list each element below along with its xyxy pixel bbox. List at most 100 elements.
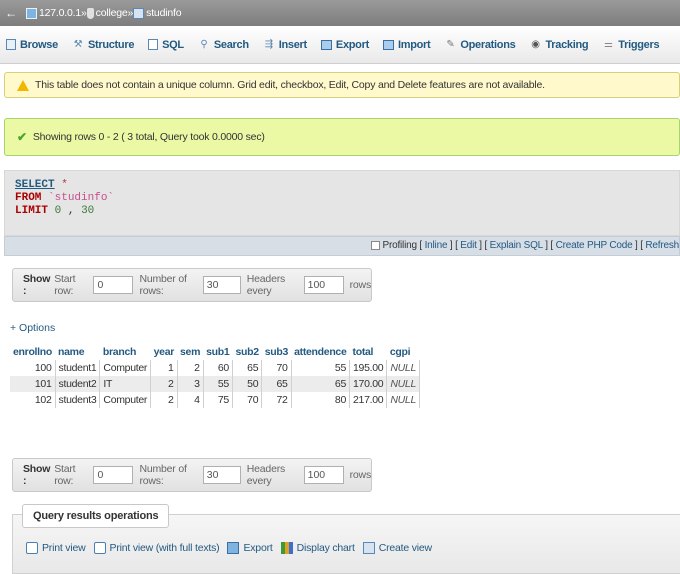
tab-label: Triggers (618, 38, 660, 51)
cell-enrollno: 100 (10, 360, 56, 376)
tab-structure[interactable]: ⚒ Structure (72, 39, 135, 51)
column-header-total[interactable]: total (349, 344, 387, 360)
structure-icon: ⚒ (73, 39, 83, 50)
number-of-rows-label: Number of rows: (139, 463, 187, 487)
cell-branch: Computer (99, 392, 152, 408)
sql-select-keyword[interactable]: SELECT (15, 179, 55, 191)
tab-label: Search (213, 38, 249, 51)
view-icon (362, 542, 375, 554)
collapse-arrow-icon[interactable]: ← (4, 6, 18, 20)
start-row-input[interactable] (93, 276, 134, 294)
explain-sql-link[interactable]: Explain SQL (490, 240, 543, 251)
column-header-enrollno[interactable]: enrollno (10, 344, 56, 360)
breadcrumb: ← 127.0.0.1 » college » studinfo (0, 0, 680, 26)
cell-attendence: 65 (291, 376, 351, 392)
tab-label: Export (335, 38, 369, 51)
insert-icon: ⇶ (264, 39, 273, 50)
cell-year: 2 (150, 392, 178, 408)
breadcrumb-table[interactable]: studinfo (133, 7, 182, 19)
tab-triggers[interactable]: ⚌ Triggers (602, 38, 660, 51)
cell-total: 195.00 (349, 360, 388, 376)
headers-every-input[interactable] (303, 466, 344, 484)
tab-browse[interactable]: Browse (6, 39, 58, 51)
tab-import[interactable]: Import (382, 38, 431, 51)
sql-line-from: FROM `studinfo` (15, 192, 669, 205)
cell-attendence: 80 (291, 392, 351, 408)
column-header-year[interactable]: year (150, 344, 178, 360)
tab-label: Import (397, 38, 431, 51)
export-label: Export (243, 542, 273, 554)
cell-name: student2 (55, 376, 101, 392)
number-of-rows-input[interactable] (202, 276, 241, 294)
create-view-label: Create view (378, 542, 432, 554)
start-row-input[interactable] (93, 466, 134, 484)
column-header-name[interactable]: name (55, 344, 100, 360)
export-link[interactable]: Export (227, 542, 273, 554)
column-header-sub1[interactable]: sub1 (203, 344, 233, 360)
display-chart-link[interactable]: Display chart (280, 542, 355, 554)
eye-icon: ◉ (531, 39, 540, 50)
breadcrumb-database[interactable]: college (86, 7, 128, 19)
sql-icon (148, 39, 159, 50)
table-row: 101 student2 IT 2 3 55 50 65 65 170.00 NULL (10, 376, 420, 392)
wrench-icon: ✎ (446, 39, 455, 50)
success-notice: ✔ Showing rows 0 - 2 ( 3 total, Query to… (4, 118, 680, 156)
sql-limit-keyword: LIMIT (15, 205, 49, 217)
cell-sub1: 55 (203, 376, 233, 392)
edit-link[interactable]: Edit (460, 240, 477, 251)
tab-export[interactable]: Export (320, 38, 369, 51)
options-link[interactable]: + Options (10, 322, 55, 334)
column-header-sub2[interactable]: sub2 (232, 344, 262, 360)
tab-operations[interactable]: ✎ Operations (444, 39, 515, 51)
column-header-branch[interactable]: branch (99, 344, 151, 360)
create-php-code-link[interactable]: Create PHP Code (556, 240, 633, 251)
table-row: 100 student1 Computer 1 2 60 65 70 55 195.00 NULL (10, 360, 420, 376)
cell-cgpi: NULL (386, 376, 420, 392)
cell-cgpi: NULL (386, 392, 420, 408)
export-icon (320, 39, 332, 50)
cell-sub2: 50 (232, 376, 263, 392)
tab-label: SQL (162, 38, 184, 51)
print-view-full-link[interactable]: Print view (with full texts) (93, 542, 220, 554)
number-of-rows-input[interactable] (202, 466, 241, 484)
tab-label: Insert (278, 38, 307, 51)
profiling-checkbox[interactable] (371, 240, 381, 250)
cell-sub1: 60 (203, 360, 233, 376)
triggers-icon: ⚌ (603, 39, 613, 50)
cell-sub3: 70 (261, 360, 292, 376)
table-icon (133, 7, 145, 19)
show-label: Show : (23, 273, 51, 297)
rows-navigation-bottom: Show : Start row: Number of rows: Header… (12, 458, 372, 492)
tab-search[interactable]: ⚲ Search (198, 39, 249, 51)
sql-offset: 0 (54, 205, 62, 217)
headers-every-input[interactable] (303, 276, 344, 294)
inline-link[interactable]: Inline (425, 240, 448, 251)
export-icon (227, 542, 240, 554)
headers-every-label: Headers every (246, 273, 286, 297)
rows-navigation-top: Show : Start row: Number of rows: Header… (12, 268, 372, 302)
column-header-attendence[interactable]: attendence (291, 344, 350, 360)
refresh-link[interactable]: Refresh (645, 240, 679, 251)
chart-icon (280, 542, 293, 554)
column-header-cgpi[interactable]: cgpi (386, 344, 420, 360)
sql-star: * (61, 179, 68, 191)
breadcrumb-server[interactable]: 127.0.0.1 (26, 7, 81, 19)
tab-insert[interactable]: ⇶ Insert (263, 38, 308, 51)
print-view-link[interactable]: Print view (26, 542, 86, 554)
create-view-link[interactable]: Create view (362, 542, 432, 554)
cell-enrollno: 102 (10, 392, 56, 408)
warning-text: This table does not contain a unique col… (35, 79, 545, 91)
cell-enrollno: 101 (10, 376, 56, 392)
cell-sub3: 65 (261, 376, 292, 392)
import-icon (382, 39, 394, 50)
operations-legend: Query results operations (22, 504, 170, 528)
column-header-sem[interactable]: sem (177, 344, 204, 360)
cell-name: student3 (55, 392, 101, 408)
tab-tracking[interactable]: ◉ Tracking (529, 39, 588, 51)
cell-attendence: 55 (291, 360, 351, 376)
cell-name: student1 (55, 360, 101, 376)
tab-sql[interactable]: SQL (148, 39, 184, 51)
print-icon (26, 542, 38, 554)
column-header-sub3[interactable]: sub3 (261, 344, 292, 360)
table-header-row: enrollno name branch year sem sub1 sub2 sub3 att… (10, 344, 420, 360)
